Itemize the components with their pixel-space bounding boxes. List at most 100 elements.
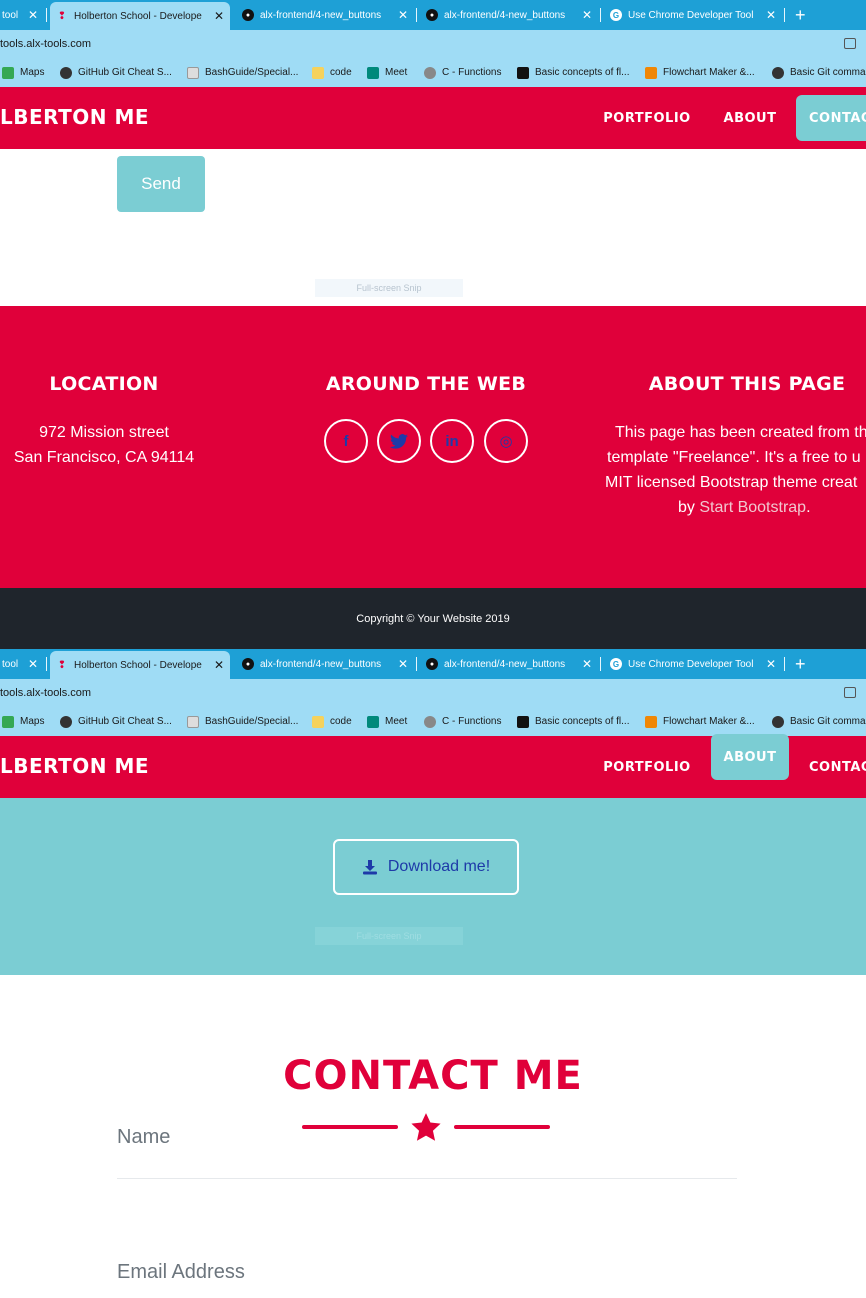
brand-logo[interactable]: LBERTON ME xyxy=(0,754,149,778)
bookmark-maps[interactable]: Maps xyxy=(2,58,44,87)
globe-icon xyxy=(60,66,72,79)
address-bar[interactable]: tools.alx-tools.com xyxy=(0,30,866,58)
close-tab-icon[interactable]: ✕ xyxy=(214,9,224,23)
around-web-title: AROUND THE WEB xyxy=(325,373,527,395)
contact-title: CONTACT ME xyxy=(283,1053,583,1099)
drawio-icon xyxy=(645,66,657,79)
download-label: Download me! xyxy=(387,858,491,875)
folder-icon xyxy=(312,66,324,79)
screenshot-bottom: tool ✕ ❢ Holberton School - Develope ✕ ●… xyxy=(0,649,866,1298)
about-section-bottom: Download me! Full-screen Snip xyxy=(0,798,866,975)
brand-logo[interactable]: LBERTON ME xyxy=(0,105,149,129)
bookmark-code[interactable]: code xyxy=(312,707,352,736)
nav-contact[interactable]: CONTAC xyxy=(796,744,866,790)
facebook-icon[interactable]: f xyxy=(324,419,368,463)
bookmark-c-functions[interactable]: C - Functions xyxy=(424,58,501,87)
meet-icon xyxy=(367,66,379,79)
new-tab-button[interactable]: + xyxy=(795,649,806,679)
snip-overlay: Full-screen Snip xyxy=(315,927,463,945)
tab-github-1[interactable]: ● alx-frontend/4-new_buttons ✕ xyxy=(236,0,414,30)
linkedin-icon[interactable]: in xyxy=(430,419,474,463)
name-field[interactable]: Name xyxy=(117,1126,170,1149)
globe-icon xyxy=(772,66,784,79)
tab-holberton[interactable]: ❢ Holberton School - Develope ✕ xyxy=(50,2,230,30)
bashguide-icon xyxy=(187,66,199,79)
email-field[interactable]: Email Address xyxy=(117,1261,245,1284)
holberton-icon: ❢ xyxy=(57,10,67,22)
bookmark-code[interactable]: code xyxy=(312,58,352,87)
url-text[interactable]: tools.alx-tools.com xyxy=(0,687,91,699)
close-tab-icon[interactable]: ✕ xyxy=(766,657,776,671)
download-button[interactable]: Download me! xyxy=(333,839,519,895)
github-icon: ● xyxy=(242,9,254,21)
contact-form-bottom: Send Full-screen Snip xyxy=(0,149,866,306)
bookmark-github-cheat[interactable]: GitHub Git Cheat S... xyxy=(60,707,172,736)
nav-contact[interactable]: CONTAC xyxy=(796,95,866,141)
dribbble-icon[interactable]: ◎ xyxy=(484,419,528,463)
close-tab-icon[interactable]: ✕ xyxy=(398,8,408,22)
tab-holberton[interactable]: ❢ Holberton School - Develope ✕ xyxy=(50,651,230,679)
tab-tool[interactable]: tool ✕ xyxy=(0,649,44,679)
github-icon: ● xyxy=(426,9,438,21)
address-bar[interactable]: tools.alx-tools.com xyxy=(0,679,866,707)
footer: LOCATION 972 Mission street San Francisc… xyxy=(0,306,866,588)
tab-github-2[interactable]: ● alx-frontend/4-new_buttons ✕ xyxy=(420,0,598,30)
github-icon: ● xyxy=(426,658,438,670)
share-icon[interactable] xyxy=(844,687,856,698)
url-text[interactable]: tools.alx-tools.com xyxy=(0,38,91,50)
close-tab-icon[interactable]: ✕ xyxy=(28,657,38,671)
copyright-bar: Copyright © Your Website 2019 xyxy=(0,588,866,649)
close-tab-icon[interactable]: ✕ xyxy=(582,657,592,671)
send-button[interactable]: Send xyxy=(117,156,205,212)
bashguide-icon xyxy=(187,715,199,728)
nav-about[interactable]: ABOUT xyxy=(711,734,789,780)
close-tab-icon[interactable]: ✕ xyxy=(214,658,224,672)
tab-separator xyxy=(784,8,785,22)
medium-icon xyxy=(517,66,529,79)
close-tab-icon[interactable]: ✕ xyxy=(766,8,776,22)
name-underline xyxy=(117,1178,737,1179)
bookmark-flowchart[interactable]: Flowchart Maker &... xyxy=(645,58,755,87)
tab-chrome-devtools[interactable]: G Use Chrome Developer Tool ✕ xyxy=(604,649,782,679)
nav-about[interactable]: ABOUT xyxy=(712,95,788,141)
bookmark-c-functions[interactable]: C - Functions xyxy=(424,707,501,736)
tab-github-1[interactable]: ● alx-frontend/4-new_buttons ✕ xyxy=(236,649,414,679)
tab-separator xyxy=(600,8,601,22)
bookmark-meet[interactable]: Meet xyxy=(367,707,407,736)
bookmark-bashguide[interactable]: BashGuide/Special... xyxy=(187,707,298,736)
tab-github-2[interactable]: ● alx-frontend/4-new_buttons ✕ xyxy=(420,649,598,679)
address-line-1: 972 Mission street xyxy=(39,424,169,441)
bookmarks-bar: Maps GitHub Git Cheat S... BashGuide/Spe… xyxy=(0,707,866,736)
chrome-icon: G xyxy=(610,658,622,670)
drawio-icon xyxy=(645,715,657,728)
new-tab-button[interactable]: + xyxy=(795,0,806,30)
close-tab-icon[interactable]: ✕ xyxy=(398,657,408,671)
bookmark-bashguide[interactable]: BashGuide/Special... xyxy=(187,58,298,87)
twitter-icon[interactable] xyxy=(377,419,421,463)
maps-icon xyxy=(2,715,14,728)
about-page-text: This page has been created from th templ… xyxy=(605,424,866,516)
bookmark-basic-git[interactable]: Basic Git comma xyxy=(772,707,866,736)
nav-portfolio[interactable]: PORTFOLIO xyxy=(596,95,698,141)
share-icon[interactable] xyxy=(844,38,856,49)
nav-portfolio[interactable]: PORTFOLIO xyxy=(596,744,698,790)
close-tab-icon[interactable]: ✕ xyxy=(28,8,38,22)
download-icon xyxy=(362,860,377,875)
bookmark-meet[interactable]: Meet xyxy=(367,58,407,87)
bookmark-basic-concepts[interactable]: Basic concepts of fl... xyxy=(517,58,630,87)
bookmark-github-cheat[interactable]: GitHub Git Cheat S... xyxy=(60,58,172,87)
close-tab-icon[interactable]: ✕ xyxy=(582,8,592,22)
bookmark-basic-git[interactable]: Basic Git comma xyxy=(772,58,866,87)
globe-icon xyxy=(60,715,72,728)
address-line-2: San Francisco, CA 94114 xyxy=(13,449,195,466)
tab-tool[interactable]: tool ✕ xyxy=(0,0,44,30)
screenshot-top: tool ✕ ❢ Holberton School - Develope ✕ ●… xyxy=(0,0,866,649)
start-bootstrap-link[interactable]: Start Bootstrap xyxy=(699,499,806,516)
holberton-icon: ❢ xyxy=(57,659,67,671)
bookmark-maps[interactable]: Maps xyxy=(2,707,44,736)
tab-chrome-devtools[interactable]: G Use Chrome Developer Tool ✕ xyxy=(604,0,782,30)
bookmark-flowchart[interactable]: Flowchart Maker &... xyxy=(645,707,755,736)
bookmark-basic-concepts[interactable]: Basic concepts of fl... xyxy=(517,707,630,736)
tab-bar: tool ✕ ❢ Holberton School - Develope ✕ ●… xyxy=(0,649,866,679)
divider-right xyxy=(454,1125,550,1129)
